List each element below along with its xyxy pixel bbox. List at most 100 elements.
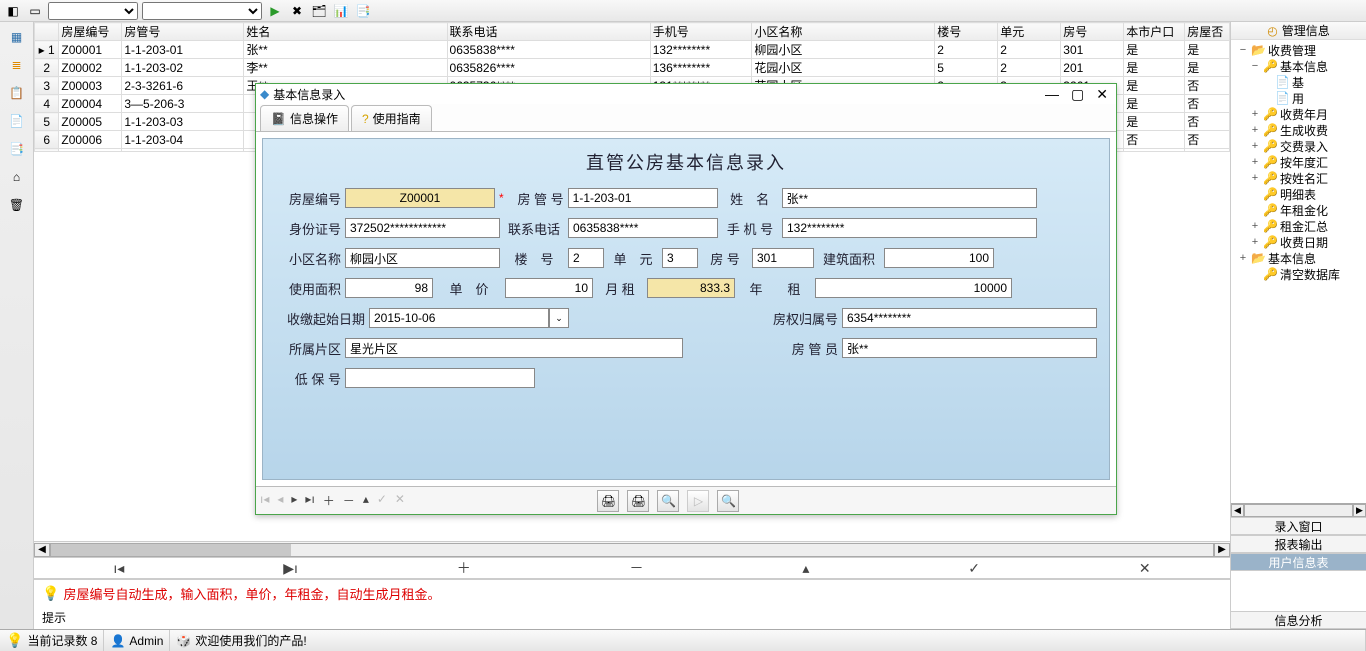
close-button[interactable]: ✕ [1096, 86, 1108, 103]
tree-node[interactable]: +📂基本信息 [1233, 250, 1364, 266]
col-unit[interactable]: 单元 [998, 23, 1061, 41]
tab-guide[interactable]: ? 使用指南 [351, 105, 432, 131]
input-phone[interactable] [568, 218, 718, 238]
rec-cancel-icon[interactable]: ✕ [395, 492, 405, 509]
tree-scroll-right-icon[interactable]: ▶ [1353, 504, 1366, 517]
toolbar-dropdown-1[interactable] [48, 2, 138, 20]
zoom2-icon[interactable]: 🔍 [717, 490, 739, 512]
toolbar-btn-b[interactable]: ▭ [26, 2, 44, 20]
col-mgmt-no[interactable]: 房管号 [122, 23, 244, 41]
input-price[interactable] [505, 278, 593, 298]
toolbar-dropdown-2[interactable] [142, 2, 262, 20]
scroll-thumb[interactable] [51, 544, 291, 556]
tree-node[interactable]: −🔑基本信息 [1233, 58, 1364, 74]
tree-node[interactable]: 🔑清空数据库 [1233, 266, 1364, 282]
toolbar-icon-d[interactable]: 📊 [332, 2, 350, 20]
rec-add-icon[interactable]: ＋ [323, 492, 335, 509]
rec-last-icon[interactable]: ▸ı [305, 492, 314, 509]
table-row[interactable]: 2Z000021-1-203-02李**0635826****136******… [35, 59, 1230, 77]
tree-node[interactable]: +🔑按姓名汇 [1233, 170, 1364, 186]
section-report-output[interactable]: 报表输出 [1231, 535, 1366, 553]
input-yearly-rent[interactable] [815, 278, 1012, 298]
input-district[interactable] [345, 338, 683, 358]
printer-icon[interactable]: 🖨 [597, 490, 619, 512]
rail-icon-1[interactable]: ▦ [6, 26, 28, 48]
rec-edit-icon[interactable]: ▴ [363, 492, 369, 509]
input-house-id[interactable] [345, 188, 495, 208]
tree-scroll-track[interactable] [1244, 504, 1353, 517]
rail-icon-7[interactable]: 🗑 [6, 194, 28, 216]
rail-icon-4[interactable]: 📄 [6, 110, 28, 132]
rec-save-icon[interactable]: ✓ [377, 492, 387, 509]
rec-prev-icon[interactable]: ◂ [277, 492, 283, 509]
table-row[interactable]: ▸ 1Z000011-1-203-01张**0635838****132****… [35, 41, 1230, 59]
tree-scroll-left-icon[interactable]: ◀ [1231, 504, 1244, 517]
zoom-icon[interactable]: 🔍 [657, 490, 679, 512]
input-area-use[interactable] [345, 278, 433, 298]
input-building[interactable] [568, 248, 604, 268]
input-area-build[interactable] [884, 248, 994, 268]
scroll-left-icon[interactable]: ◀ [34, 543, 50, 557]
date-dropdown-icon[interactable]: ⌄ [549, 308, 569, 328]
tree-hscroll[interactable]: ◀ ▶ [1231, 503, 1366, 517]
nav-first-icon[interactable]: ı◂ [113, 560, 124, 577]
tree-node[interactable]: −📂收费管理 [1233, 42, 1364, 58]
input-manager[interactable] [842, 338, 1097, 358]
grid-horizontal-scrollbar[interactable]: ◀ ▶ [34, 541, 1230, 557]
rail-icon-2[interactable]: ≣ [6, 54, 28, 76]
tree-node[interactable]: +🔑收费年月 [1233, 106, 1364, 122]
rail-icon-3[interactable]: 📋 [6, 82, 28, 104]
input-community[interactable] [345, 248, 500, 268]
input-dibao[interactable] [345, 368, 535, 388]
tree-node[interactable]: +🔑租金汇总 [1233, 218, 1364, 234]
tree-node[interactable]: +🔑交费录入 [1233, 138, 1364, 154]
tree-node[interactable]: 🔑明细表 [1233, 186, 1364, 202]
scroll-right-icon[interactable]: ▶ [1214, 543, 1230, 557]
input-name[interactable] [782, 188, 1037, 208]
input-mgmt-no[interactable] [568, 188, 718, 208]
col-house-id[interactable]: 房屋编号 [59, 23, 122, 41]
exit-icon[interactable]: ✖ [288, 2, 306, 20]
minimize-button[interactable]: — [1045, 86, 1059, 103]
col-room[interactable]: 房号 [1061, 23, 1124, 41]
tree-node[interactable]: +🔑按年度汇 [1233, 154, 1364, 170]
rec-first-icon[interactable]: ı◂ [260, 492, 269, 509]
input-unit[interactable] [662, 248, 698, 268]
section-user-info[interactable]: 用户信息表 [1231, 553, 1366, 571]
maximize-button[interactable]: ▢ [1071, 86, 1084, 103]
rec-next-icon[interactable]: ▸ [291, 492, 297, 509]
nav-save-icon[interactable]: ✓ [968, 560, 980, 577]
tree-node[interactable]: 📄用 [1233, 90, 1364, 106]
input-room[interactable] [752, 248, 814, 268]
col-building[interactable]: 楼号 [935, 23, 998, 41]
rail-icon-6[interactable]: ⌂ [6, 166, 28, 188]
input-id-no[interactable] [345, 218, 500, 238]
section-entry-window[interactable]: 录入窗口 [1231, 517, 1366, 535]
col-phone[interactable]: 联系电话 [447, 23, 650, 41]
nav-cancel-icon[interactable]: ✕ [1139, 560, 1151, 577]
col-community[interactable]: 小区名称 [752, 23, 935, 41]
toolbar-icon-c[interactable]: 🗂 [310, 2, 328, 20]
run-icon[interactable]: ▶ [266, 2, 284, 20]
input-mobile[interactable] [782, 218, 1037, 238]
col-housestate[interactable]: 房屋否 [1185, 23, 1230, 41]
nav-remove-icon[interactable]: － [630, 558, 644, 578]
input-own-no[interactable] [842, 308, 1097, 328]
toolbar-icon-e[interactable]: 📑 [354, 2, 372, 20]
toolbar-btn-a[interactable]: ◧ [4, 2, 22, 20]
tree-node[interactable]: +🔑收费日期 [1233, 234, 1364, 250]
input-start-date[interactable] [369, 308, 549, 328]
col-hukou[interactable]: 本市户口 [1124, 23, 1185, 41]
nav-tree[interactable]: −📂收费管理−🔑基本信息📄基📄用+🔑收费年月+🔑生成收费+🔑交费录入+🔑按年度汇… [1231, 40, 1366, 503]
nav-add-icon[interactable]: ＋ [457, 558, 471, 578]
tree-node[interactable]: 🔑年租金化 [1233, 202, 1364, 218]
col-mobile[interactable]: 手机号 [650, 23, 752, 41]
scroll-track[interactable] [50, 543, 1214, 557]
input-monthly[interactable] [647, 278, 735, 298]
rec-del-icon[interactable]: － [343, 492, 355, 509]
tab-info-ops[interactable]: 📓 信息操作 [260, 105, 349, 131]
tree-node[interactable]: +🔑生成收费 [1233, 122, 1364, 138]
tree-node[interactable]: 📄基 [1233, 74, 1364, 90]
nav-prev-icon[interactable]: ▶ı [283, 560, 298, 577]
col-name[interactable]: 姓名 [244, 23, 447, 41]
